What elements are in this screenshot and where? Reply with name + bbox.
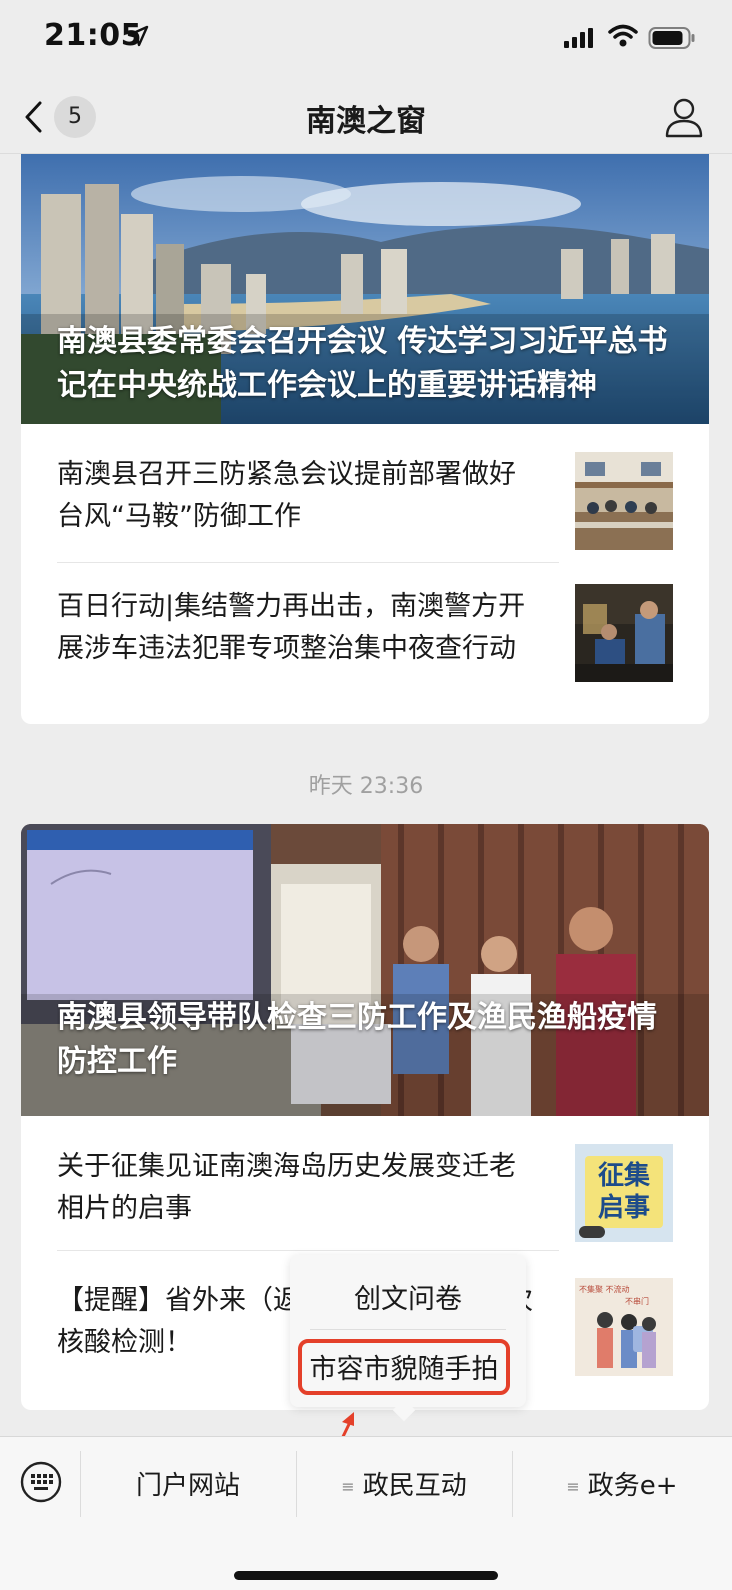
list-item[interactable]: 百日行动|集结警力再出击，南澳警方开展涉车违法犯罪专项整治集中夜查行动 bbox=[21, 556, 709, 688]
article-title: 南澳县召开三防紧急会议提前部署做好台风“马鞍”防御工作 bbox=[57, 459, 516, 532]
bottom-menu-bar: 门户网站 ≡ 政民互动 ≡ 政务e+ bbox=[0, 1436, 732, 1590]
message-timestamp: 昨天 23:36 bbox=[308, 774, 424, 799]
thumb-text: 不流动 bbox=[605, 1285, 630, 1294]
article-thumbnail bbox=[575, 584, 673, 682]
thumb-text: 征集 bbox=[597, 1161, 650, 1191]
unread-count-badge: 5 bbox=[54, 96, 96, 138]
battery-icon bbox=[648, 27, 695, 49]
divider bbox=[310, 1329, 506, 1330]
people-illustration bbox=[597, 1312, 656, 1368]
home-indicator[interactable] bbox=[234, 1571, 498, 1580]
menu-item-interaction[interactable]: ≡ 政民互动 bbox=[296, 1465, 512, 1502]
article-card: 南澳县委常委会召开会议 传达学习习近平总书记在中央统战工作会议上的重要讲话精神 … bbox=[21, 154, 709, 724]
submenu-icon: ≡ bbox=[566, 1477, 580, 1496]
list-item[interactable]: 关于征集见证南澳海岛历史发展变迁老相片的启事 征集 启事 bbox=[21, 1116, 709, 1248]
thumb-text: 不集聚 bbox=[579, 1285, 603, 1294]
list-item[interactable]: 南澳县召开三防紧急会议提前部署做好台风“马鞍”防御工作 bbox=[21, 424, 709, 556]
thumb-text: 启事 bbox=[597, 1193, 650, 1223]
menu-item-label: 政务e+ bbox=[587, 1471, 678, 1501]
wifi-icon bbox=[608, 24, 638, 47]
page-title: 南澳之窗 bbox=[306, 104, 426, 139]
menu-item-portal[interactable]: 门户网站 bbox=[80, 1465, 296, 1502]
submenu-icon: ≡ bbox=[341, 1477, 355, 1496]
status-bar: 21:05 bbox=[0, 0, 732, 80]
menu-item-label: 门户网站 bbox=[135, 1471, 240, 1501]
cellular-signal-icon bbox=[564, 28, 593, 48]
hero-title: 南澳县委常委会召开会议 传达学习习近平总书记在中央统战工作会议上的重要讲话精神 bbox=[57, 324, 668, 403]
keyboard-icon[interactable] bbox=[20, 1461, 62, 1503]
submenu-item-city-snapshot[interactable]: 市容市貌随手拍 bbox=[298, 1339, 510, 1395]
submenu-item-survey[interactable]: 创文问卷 bbox=[290, 1277, 526, 1316]
article-title: 关于征集见证南澳海岛历史发展变迁老相片的启事 bbox=[57, 1151, 516, 1224]
article-title: 百日行动|集结警力再出击，南澳警方开展涉车违法犯罪专项整治集中夜查行动 bbox=[57, 591, 526, 664]
speech-bubble-icon bbox=[579, 1226, 605, 1238]
article-thumbnail: 不集聚 不流动 不串门 bbox=[575, 1278, 673, 1376]
hero-article[interactable]: 南澳县委常委会召开会议 传达学习习近平总书记在中央统战工作会议上的重要讲话精神 bbox=[21, 154, 709, 424]
back-button[interactable]: 5 bbox=[18, 94, 98, 140]
article-thumbnail: 征集 启事 bbox=[575, 1144, 673, 1242]
hero-article[interactable]: 南澳县领导带队检查三防工作及渔民渔船疫情防控工作 bbox=[21, 824, 709, 1116]
profile-icon[interactable] bbox=[664, 96, 704, 138]
article-thumbnail bbox=[575, 452, 673, 550]
submenu-popup: 创文问卷 市容市貌随手拍 bbox=[290, 1255, 526, 1407]
nav-bar: 5 南澳之窗 bbox=[0, 80, 732, 154]
menu-item-eplus[interactable]: ≡ 政务e+ bbox=[512, 1465, 732, 1502]
location-arrow-icon bbox=[127, 25, 149, 47]
menu-item-label: 政民互动 bbox=[362, 1471, 467, 1501]
hero-title: 南澳县领导带队检查三防工作及渔民渔船疫情防控工作 bbox=[57, 1000, 657, 1079]
chevron-left-icon bbox=[25, 101, 42, 133]
